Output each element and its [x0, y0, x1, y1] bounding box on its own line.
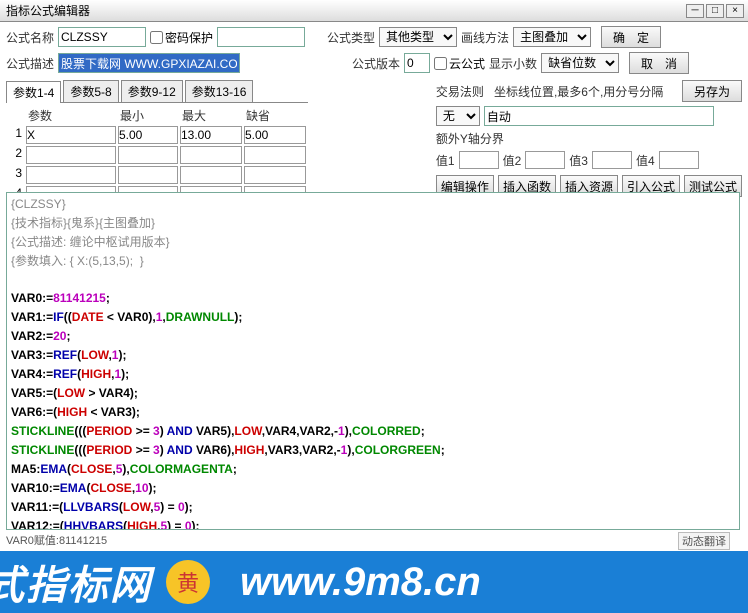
status-text: VAR0赋值:81141215 — [6, 532, 107, 548]
val1-input[interactable] — [459, 151, 499, 169]
val2-label: 值2 — [503, 152, 522, 169]
tab-params-9-12[interactable]: 参数9-12 — [121, 80, 183, 102]
footer-url-text: www.9m8.cn — [240, 560, 481, 605]
desc-label: 公式描述 — [6, 55, 54, 72]
param-3-min[interactable] — [118, 166, 178, 184]
val1-label: 值1 — [436, 152, 455, 169]
param-3-max[interactable] — [180, 166, 242, 184]
dynamic-translate-label[interactable]: 动态翻译 — [678, 532, 730, 550]
param-header-name: 参数 — [26, 107, 116, 124]
cancel-button[interactable]: 取 消 — [629, 52, 689, 74]
type-label: 公式类型 — [327, 29, 375, 46]
title-bar: 指标公式编辑器 ─ □ × — [0, 0, 748, 22]
param-1-min[interactable] — [118, 126, 178, 144]
cloud-checkbox[interactable]: 云公式 — [434, 55, 485, 72]
param-1-def[interactable] — [244, 126, 306, 144]
draw-label: 画线方法 — [461, 29, 509, 46]
saveas-button[interactable]: 另存为 — [682, 80, 742, 102]
password-checkbox[interactable]: 密码保护 — [150, 29, 213, 46]
param-header-def: 缺省 — [244, 107, 306, 124]
close-button[interactable]: × — [726, 4, 744, 18]
extray-label: 额外Y轴分界 — [436, 130, 504, 147]
tab-params-5-8[interactable]: 参数5-8 — [63, 80, 118, 102]
ok-button[interactable]: 确 定 — [601, 26, 661, 48]
coord-input[interactable] — [484, 106, 714, 126]
param-header-max: 最大 — [180, 107, 242, 124]
footer-logo-icon: 黄 — [166, 560, 210, 604]
rule-select[interactable]: 无 — [436, 106, 480, 126]
decimal-select[interactable]: 缺省位数 — [541, 53, 619, 73]
rule-label: 交易法则 — [436, 83, 484, 100]
tab-params-1-4[interactable]: 参数1-4 — [6, 81, 61, 103]
val4-label: 值4 — [636, 152, 655, 169]
param-3-name[interactable] — [26, 166, 116, 184]
param-header-min: 最小 — [118, 107, 178, 124]
param-1-name[interactable] — [26, 126, 116, 144]
param-1-max[interactable] — [180, 126, 242, 144]
val2-input[interactable] — [525, 151, 565, 169]
password-input[interactable] — [217, 27, 305, 47]
val4-input[interactable] — [659, 151, 699, 169]
tab-params-13-16[interactable]: 参数13-16 — [185, 80, 254, 102]
footer-banner: 式指标网 黄 www.9m8.cn — [0, 551, 748, 613]
maximize-button[interactable]: □ — [706, 4, 724, 18]
val3-label: 值3 — [569, 152, 588, 169]
param-tabs: 参数1-4 参数5-8 参数9-12 参数13-16 — [6, 80, 308, 103]
draw-method-select[interactable]: 主图叠加 — [513, 27, 591, 47]
val3-input[interactable] — [592, 151, 632, 169]
name-label: 公式名称 — [6, 29, 54, 46]
formula-desc-input[interactable] — [58, 53, 240, 73]
minimize-button[interactable]: ─ — [686, 4, 704, 18]
ver-label: 公式版本 — [352, 55, 400, 72]
param-2-max[interactable] — [180, 146, 242, 164]
window-title: 指标公式编辑器 — [4, 2, 684, 19]
dec-label: 显示小数 — [489, 55, 537, 72]
formula-type-select[interactable]: 其他类型 — [379, 27, 457, 47]
coord-label: 坐标线位置,最多6个,用分号分隔 — [494, 83, 663, 100]
param-2-min[interactable] — [118, 146, 178, 164]
footer-cn-text: 式指标网 — [0, 553, 152, 611]
param-2-name[interactable] — [26, 146, 116, 164]
version-input[interactable] — [404, 53, 430, 73]
param-3-def[interactable] — [244, 166, 306, 184]
formula-name-input[interactable] — [58, 27, 146, 47]
param-grid: 参数 最小 最大 缺省 1 2 3 4 — [6, 107, 308, 204]
param-2-def[interactable] — [244, 146, 306, 164]
formula-code-editor[interactable]: {CLZSSY} {技术指标}{鬼系}{主图叠加} {公式描述: 缠论中枢试用版… — [6, 192, 740, 530]
